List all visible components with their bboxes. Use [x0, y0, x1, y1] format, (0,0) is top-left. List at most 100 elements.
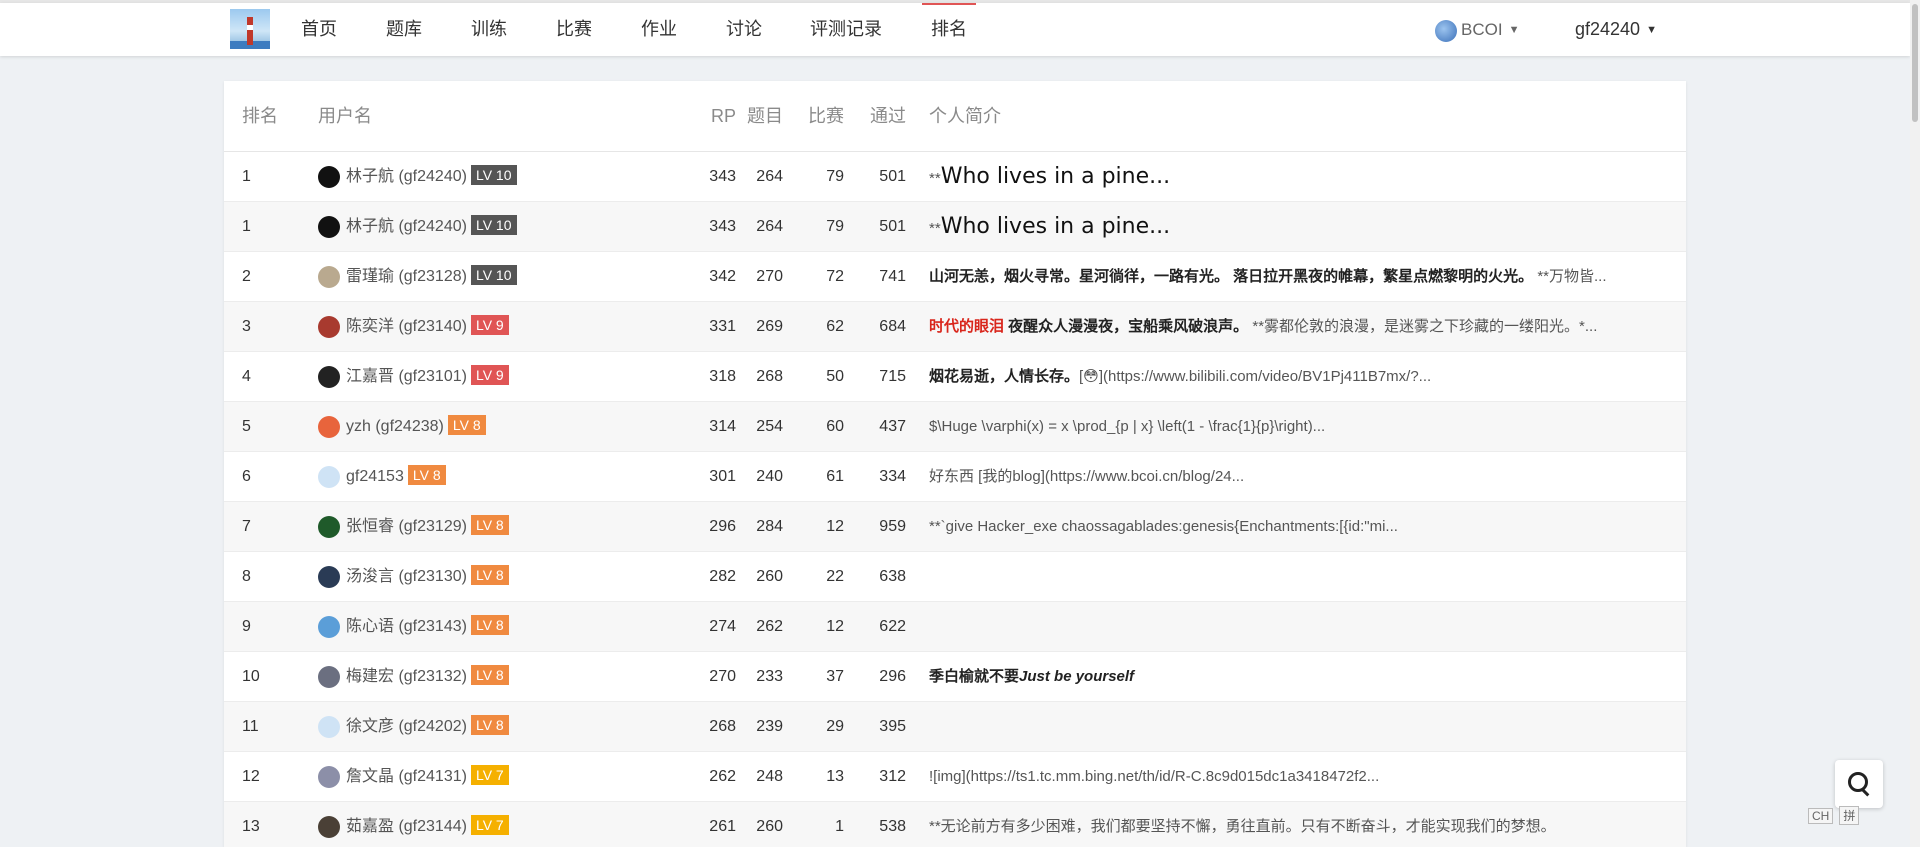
header-rp: RP [710, 106, 736, 126]
username-link[interactable]: yzh (gf24238) LV 8 [346, 402, 486, 452]
username-link[interactable]: 汤浚言 (gf23130) LV 8 [346, 552, 509, 602]
table-row: 2 雷瑾瑜 (gf23128) LV 10 342 270 72 741 山河无恙，烟火寻常。… [224, 252, 1686, 302]
rank-cell: 6 [242, 468, 251, 485]
username-link[interactable]: 陈奕洋 (gf23140) LV 9 [346, 302, 509, 352]
ime-indicator[interactable]: CH 拼 [1808, 806, 1865, 825]
nav-item-1[interactable]: 题库 [377, 3, 431, 56]
nav-item-5[interactable]: 讨论 [717, 3, 771, 56]
rank-cell: 3 [242, 318, 251, 335]
nav-item-6[interactable]: 评测记录 [802, 3, 890, 56]
accepted-cell: 684 [879, 318, 906, 335]
problems-cell: 233 [756, 668, 783, 685]
rank-cell: 11 [242, 718, 259, 735]
accepted-cell: 538 [879, 818, 906, 835]
rank-cell: 5 [242, 418, 251, 435]
bio-cell: **`give Hacker_exe chaossagablades:genes… [929, 502, 1669, 552]
problems-cell: 264 [756, 218, 783, 235]
rank-cell: 1 [242, 218, 251, 235]
avatar[interactable] [318, 516, 340, 538]
table-row: 12 詹文晶 (gf24131) LV 7 262 248 13 312 ![img](htt… [224, 752, 1686, 802]
bio-cell: ![img](https://ts1.tc.mm.bing.net/th/id/… [929, 752, 1669, 802]
user-name: 林子航 (gf24240) [346, 168, 467, 185]
avatar[interactable] [318, 616, 340, 638]
avatar[interactable] [318, 566, 340, 588]
domain-switcher[interactable]: BCOI ▼ [1435, 3, 1519, 56]
bio-cell: 烟花易逝，人情长存。[😳](https://www.bilibili.com/v… [929, 352, 1669, 402]
bio-bold: 季白榆就不要 [929, 668, 1020, 685]
rp-cell: 270 [709, 668, 736, 685]
avatar[interactable] [318, 666, 340, 688]
avatar[interactable] [318, 216, 340, 238]
avatar[interactable] [318, 466, 340, 488]
site-logo[interactable] [230, 9, 270, 49]
username-link[interactable]: 徐文彦 (gf24202) LV 8 [346, 702, 509, 752]
accepted-cell: 638 [879, 568, 906, 585]
search-icon [1848, 772, 1868, 792]
scrollbar-thumb[interactable] [1912, 4, 1918, 122]
bio-text: 好东西 [我的blog](https://www.bcoi.cn/blog/24… [929, 468, 1245, 485]
nav-item-2[interactable]: 训练 [462, 3, 516, 56]
bio-cell: 季白榆就不要Just be yourself [929, 652, 1669, 702]
header-accepted: 通过 [870, 106, 906, 126]
rank-cell: 13 [242, 818, 260, 835]
table-header: 排名 用户名 RP 题目 比赛 通过 个人简介 [224, 81, 1686, 152]
bio-text: **无论前方有多少困难，我们都要坚持不懈，勇往直前。只有不断奋斗，才能实现我们的… [929, 818, 1556, 835]
nav-item-4[interactable]: 作业 [632, 3, 686, 56]
contests-cell: 13 [826, 768, 844, 785]
nav-item-0[interactable]: 首页 [292, 3, 346, 56]
nav-item-3[interactable]: 比赛 [547, 3, 601, 56]
avatar[interactable] [318, 166, 340, 188]
username-link[interactable]: 林子航 (gf24240) LV 10 [346, 152, 517, 202]
table-row: 10 梅建宏 (gf23132) LV 8 270 233 37 296 季白榆就不要Just… [224, 652, 1686, 702]
rp-cell: 296 [709, 518, 736, 535]
user-name: yzh (gf24238) [346, 418, 444, 435]
user-menu[interactable]: gf24240 ▼ [1575, 3, 1657, 56]
problems-cell: 240 [756, 468, 783, 485]
avatar[interactable] [318, 416, 340, 438]
rp-cell: 331 [709, 318, 736, 335]
username-link[interactable]: 陈心语 (gf23143) LV 8 [346, 602, 509, 652]
ime-mode: CH [1808, 808, 1834, 824]
level-badge: LV 7 [470, 815, 509, 835]
user-name: 江嘉晋 (gf23101) [346, 368, 467, 385]
accepted-cell: 296 [879, 668, 906, 685]
username-link[interactable]: 梅建宏 (gf23132) LV 8 [346, 652, 509, 702]
username-link[interactable]: 林子航 (gf24240) LV 10 [346, 202, 517, 252]
bio-cell: 时代的眼泪 夜醒众人漫漫夜，宝船乘风破浪声。 **雾都伦敦的浪漫，是迷雾之下珍藏… [929, 302, 1669, 352]
username-link[interactable]: gf24153 LV 8 [346, 452, 446, 502]
avatar[interactable] [318, 266, 340, 288]
level-badge: LV 8 [447, 415, 486, 435]
nav-item-7[interactable]: 排名 [922, 3, 976, 56]
level-badge: LV 8 [470, 665, 509, 685]
page-scrollbar[interactable] [1910, 0, 1920, 847]
user-name: 陈心语 (gf23143) [346, 618, 467, 635]
username-link[interactable]: 张恒睿 (gf23129) LV 8 [346, 502, 509, 552]
bio-highlight: 时代的眼泪 [929, 318, 1005, 335]
username-link[interactable]: 雷瑾瑜 (gf23128) LV 10 [346, 252, 517, 302]
header-bio: 个人简介 [929, 106, 1001, 126]
avatar[interactable] [318, 366, 340, 388]
bio-heading: Who lives in a pine... [940, 164, 1171, 189]
accepted-cell: 395 [879, 718, 906, 735]
avatar[interactable] [318, 316, 340, 338]
contests-cell: 50 [826, 368, 844, 385]
problems-cell: 264 [756, 168, 783, 185]
level-badge: LV 8 [470, 715, 509, 735]
bio-text: ![img](https://ts1.tc.mm.bing.net/th/id/… [929, 768, 1380, 785]
level-badge: LV 9 [470, 315, 509, 335]
search-button[interactable] [1835, 760, 1883, 808]
avatar[interactable] [318, 716, 340, 738]
avatar[interactable] [318, 766, 340, 788]
problems-cell: 239 [756, 718, 783, 735]
username-link[interactable]: 茹嘉盈 (gf23144) LV 7 [346, 802, 509, 847]
bio-prefix: ** [929, 170, 941, 187]
avatar[interactable] [318, 816, 340, 838]
table-row: 6 gf24153 LV 8 301 240 61 334 好东西 [我的blog](http… [224, 452, 1686, 502]
username-link[interactable]: 詹文晶 (gf24131) LV 7 [346, 752, 509, 802]
username-link[interactable]: 江嘉晋 (gf23101) LV 9 [346, 352, 509, 402]
ime-input: 拼 [1839, 806, 1860, 825]
rp-cell: 282 [709, 568, 736, 585]
username-label: gf24240 [1575, 19, 1641, 39]
accepted-cell: 622 [879, 618, 906, 635]
rank-cell: 2 [242, 268, 251, 285]
